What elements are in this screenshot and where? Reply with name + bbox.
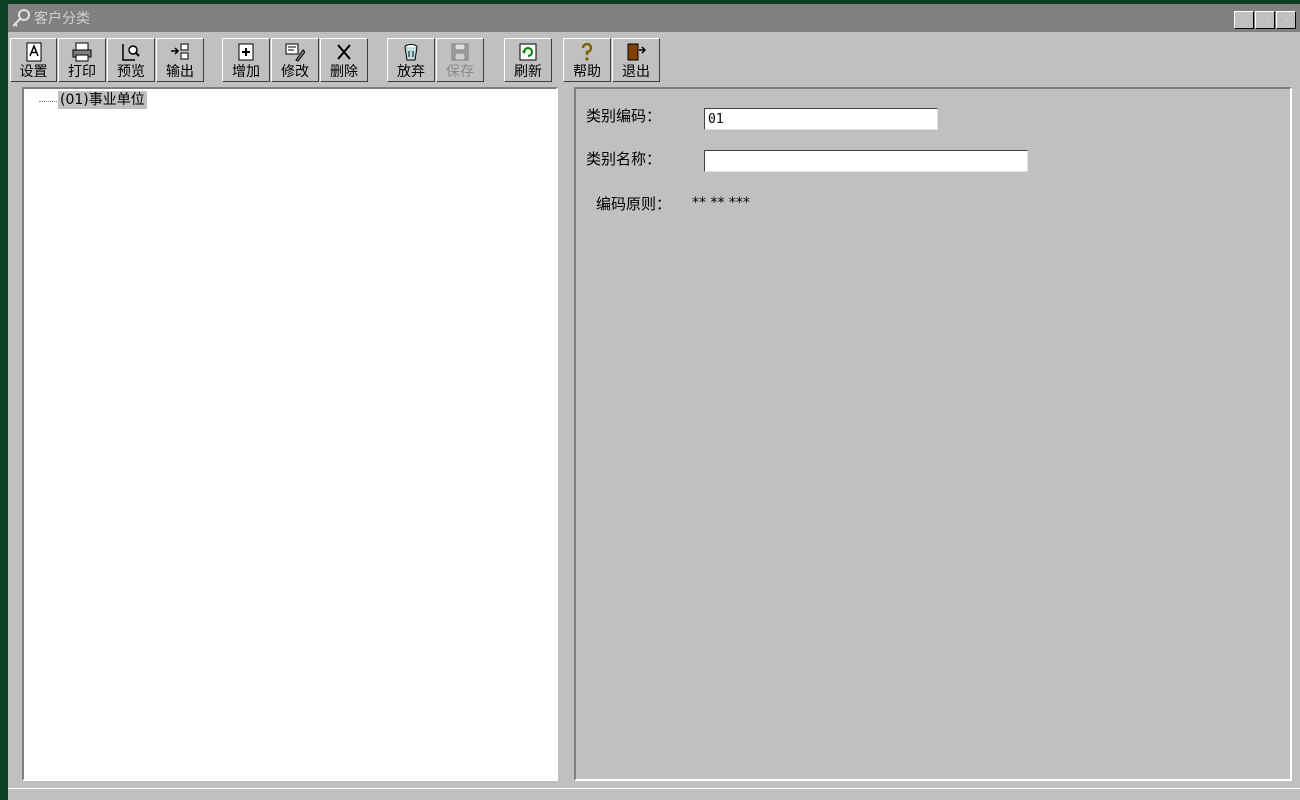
minimize-button[interactable]: _ <box>1234 11 1254 29</box>
restore-icon: ❐ <box>1260 13 1270 27</box>
title-bar[interactable]: 客户分类 _ ❐ × <box>8 4 1300 32</box>
exit-button[interactable]: 退出 <box>612 38 660 82</box>
save-button[interactable]: 保存 <box>436 38 484 82</box>
close-icon: × <box>1281 13 1291 27</box>
tree-node[interactable]: (01)事业单位 <box>58 91 147 109</box>
print-button[interactable]: 打印 <box>58 38 106 82</box>
category-code-field[interactable]: 01 <box>704 108 938 130</box>
close-button[interactable]: × <box>1276 11 1296 29</box>
delete-button[interactable]: 删除 <box>320 38 368 82</box>
export-icon <box>169 41 191 63</box>
page-setup-icon <box>23 41 45 63</box>
add-icon <box>235 41 257 63</box>
save-label: 保存 <box>446 64 474 80</box>
preview-button[interactable]: 预览 <box>107 38 155 82</box>
category-name-label: 类别名称： <box>586 150 662 168</box>
preview-label: 预览 <box>117 64 145 80</box>
printer-icon <box>71 41 93 63</box>
help-label: 帮助 <box>573 64 601 80</box>
coding-rule-label: 编码原则： <box>596 195 672 213</box>
edit-button[interactable]: 修改 <box>271 38 319 82</box>
add-button[interactable]: 增加 <box>222 38 270 82</box>
print-preview-icon <box>120 41 142 63</box>
toolbar: 设置 打印 预览 输出 增加 修改 删除 放弃 保存 刷新 帮助 退出 <box>8 32 1300 86</box>
delete-icon <box>333 41 355 63</box>
category-name-field[interactable] <box>704 150 1028 172</box>
add-label: 增加 <box>232 64 260 80</box>
detail-panel: 类别编码： 01 类别名称： 编码原则： ** ** *** <box>574 87 1292 781</box>
exit-icon <box>625 41 647 63</box>
discard-button[interactable]: 放弃 <box>387 38 435 82</box>
status-bar <box>8 788 1300 800</box>
delete-label: 删除 <box>330 64 358 80</box>
setup-button[interactable]: 设置 <box>10 38 57 82</box>
exit-label: 退出 <box>622 64 650 80</box>
category-tree[interactable]: (01)事业单位 <box>22 87 558 781</box>
export-label: 输出 <box>166 64 194 80</box>
restore-button[interactable]: ❐ <box>1255 11 1275 29</box>
customer-category-window: 客户分类 _ ❐ × 设置 打印 预览 输出 增加 修改 删除 放弃 保存 刷新… <box>8 4 1300 800</box>
save-icon <box>449 41 471 63</box>
discard-label: 放弃 <box>397 64 425 80</box>
export-button[interactable]: 输出 <box>156 38 204 82</box>
coding-rule-value: ** ** *** <box>692 195 750 211</box>
refresh-label: 刷新 <box>514 64 542 80</box>
tree-connector <box>39 101 57 102</box>
print-label: 打印 <box>68 64 96 80</box>
splitter[interactable] <box>560 87 572 781</box>
discard-icon <box>400 41 422 63</box>
window-controls: _ ❐ × <box>1233 11 1296 29</box>
refresh-button[interactable]: 刷新 <box>504 38 552 82</box>
edit-label: 修改 <box>281 64 309 80</box>
window-title: 客户分类 <box>34 11 90 27</box>
setup-label: 设置 <box>19 64 48 80</box>
help-icon <box>576 41 598 63</box>
category-code-label: 类别编码： <box>586 107 662 125</box>
key-icon <box>10 7 32 29</box>
edit-icon <box>284 41 306 63</box>
refresh-icon <box>517 41 539 63</box>
minimize-icon: _ <box>1241 13 1247 27</box>
help-button[interactable]: 帮助 <box>563 38 611 82</box>
